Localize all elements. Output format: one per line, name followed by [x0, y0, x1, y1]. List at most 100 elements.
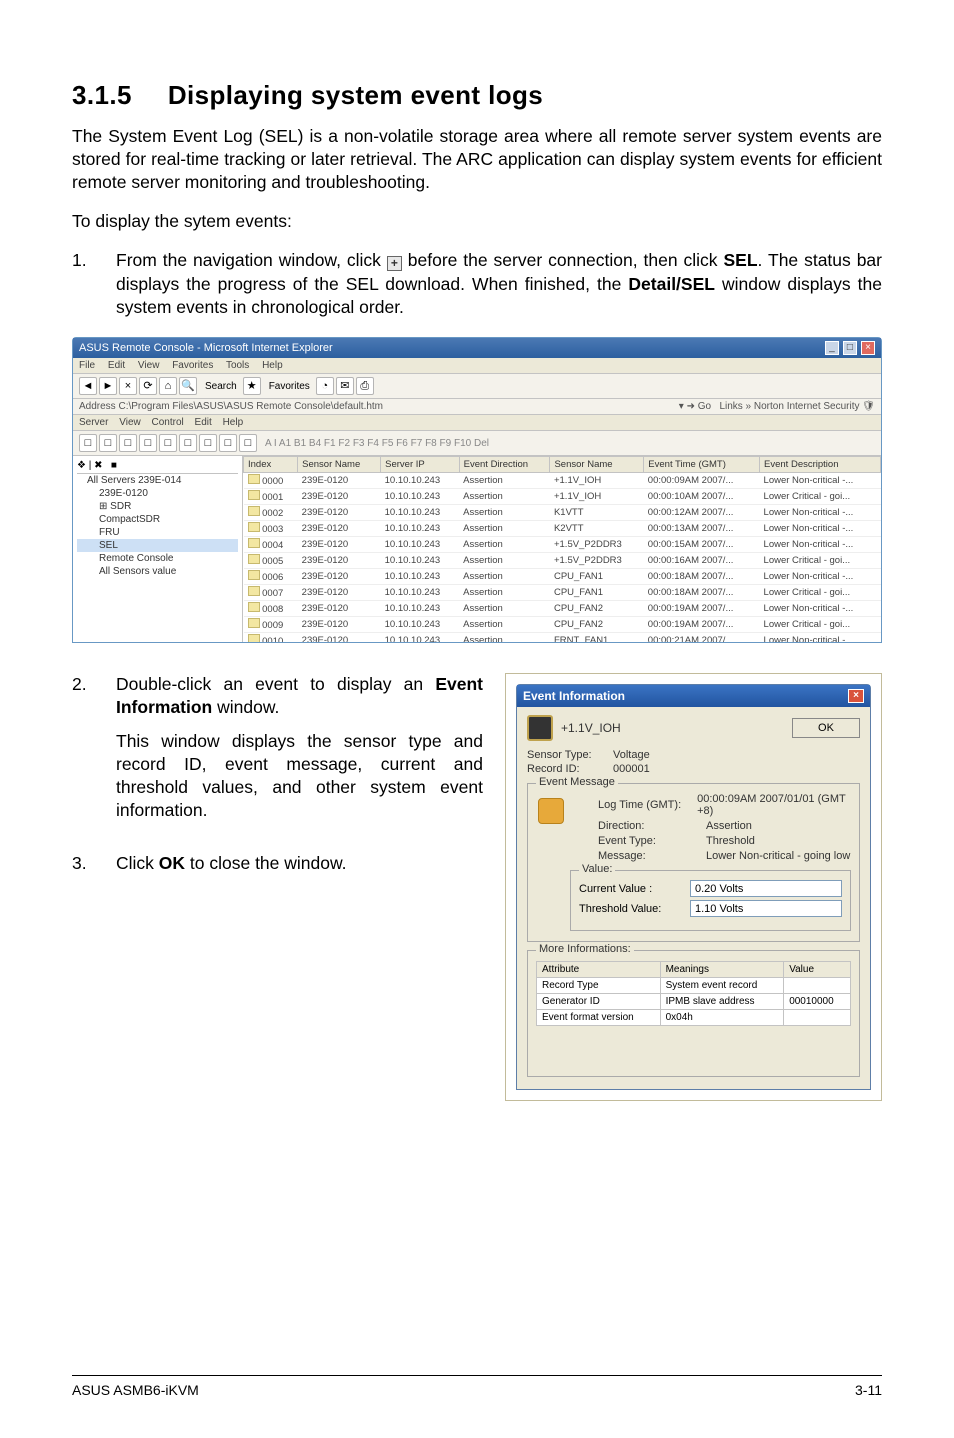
- window-title-bar: ASUS Remote Console - Microsoft Internet…: [73, 338, 881, 358]
- app-tool-icon[interactable]: □: [139, 434, 157, 452]
- app-tool-icon[interactable]: □: [239, 434, 257, 452]
- address-bar: Address C:\Program Files\ASUS\ASUS Remot…: [73, 399, 881, 415]
- app-menu-bar: Server View Control Edit Help: [73, 415, 881, 431]
- table-row[interactable]: 0010239E-012010.10.10.243AssertionFRNT_F…: [244, 633, 881, 643]
- table-row[interactable]: 0005239E-012010.10.10.243Assertion+1.5V_…: [244, 553, 881, 569]
- event-message-legend: Event Message: [536, 776, 618, 788]
- col-sensor-name[interactable]: Sensor Name: [298, 457, 381, 473]
- table-row[interactable]: 0000239E-012010.10.10.243Assertion+1.1V_…: [244, 473, 881, 489]
- tree-sdr[interactable]: ⊞ SDR: [77, 500, 238, 513]
- maximize-icon[interactable]: □: [843, 341, 857, 355]
- app-menu-server[interactable]: Server: [79, 417, 108, 428]
- app-menu-control[interactable]: Control: [152, 417, 184, 428]
- dialog-close-icon[interactable]: ×: [848, 689, 864, 703]
- section-title: Displaying system event logs: [168, 80, 543, 110]
- table-row: Record TypeSystem event record: [537, 978, 851, 994]
- col-event-desc[interactable]: Event Description: [760, 457, 881, 473]
- event-row-icon: [248, 554, 260, 564]
- app-tool-icon[interactable]: □: [219, 434, 237, 452]
- ok-button[interactable]: OK: [792, 718, 860, 738]
- page-footer: ASUS ASMB6-iKVM 3-11: [72, 1375, 882, 1398]
- search-label: Search: [205, 381, 237, 392]
- menu-edit[interactable]: Edit: [108, 360, 125, 371]
- app-menu-edit[interactable]: Edit: [195, 417, 212, 428]
- table-row[interactable]: 0004239E-012010.10.10.243Assertion+1.5V_…: [244, 537, 881, 553]
- browser-toolbar: ◄ ► × ⟳ ⌂ 🔍 Search ★ Favorites ◔ ✉ ⎙: [73, 374, 881, 399]
- col-server-ip[interactable]: Server IP: [381, 457, 460, 473]
- table-row[interactable]: 0007239E-012010.10.10.243AssertionCPU_FA…: [244, 585, 881, 601]
- attr-col-value: Value: [784, 962, 851, 978]
- history-icon[interactable]: ◔: [316, 377, 334, 395]
- refresh-icon[interactable]: ⟳: [139, 377, 157, 395]
- event-row-icon: [248, 490, 260, 500]
- menu-tools[interactable]: Tools: [226, 360, 249, 371]
- table-row[interactable]: 0006239E-012010.10.10.243AssertionCPU_FA…: [244, 569, 881, 585]
- dialog-title: Event Information: [523, 689, 625, 703]
- current-value-field[interactable]: [690, 880, 842, 897]
- expand-icon: +: [387, 256, 402, 271]
- col-sensor-name-2[interactable]: Sensor Name: [550, 457, 644, 473]
- minimize-icon[interactable]: _: [825, 341, 839, 355]
- table-row[interactable]: 0009239E-012010.10.10.243AssertionCPU_FA…: [244, 617, 881, 633]
- app-tool-icon[interactable]: □: [179, 434, 197, 452]
- table-row: Event format version0x04h: [537, 1010, 851, 1026]
- table-row[interactable]: 0001239E-012010.10.10.243Assertion+1.1V_…: [244, 489, 881, 505]
- event-row-icon: [248, 634, 260, 642]
- menu-file[interactable]: File: [79, 360, 95, 371]
- sel-window-screenshot: ASUS Remote Console - Microsoft Internet…: [72, 337, 882, 643]
- menu-view[interactable]: View: [138, 360, 160, 371]
- address-value[interactable]: C:\Program Files\ASUS\ASUS Remote Consol…: [118, 401, 383, 412]
- warning-icon: [538, 798, 564, 824]
- stop-icon[interactable]: ×: [119, 377, 137, 395]
- col-event-time[interactable]: Event Time (GMT): [644, 457, 760, 473]
- col-index[interactable]: Index: [244, 457, 298, 473]
- sel-event-table: Index Sensor Name Server IP Event Direct…: [243, 456, 881, 642]
- table-row[interactable]: 0008239E-012010.10.10.243AssertionCPU_FA…: [244, 601, 881, 617]
- app-tool-icon[interactable]: □: [119, 434, 137, 452]
- browser-menu-bar: File Edit View Favorites Tools Help: [73, 358, 881, 374]
- tree-remote-console[interactable]: Remote Console: [77, 552, 238, 565]
- forward-icon[interactable]: ►: [99, 377, 117, 395]
- navigation-tree: ❖ | ✖ ■ All Servers 239E-014 239E-0120 ⊞…: [73, 456, 243, 642]
- tree-compactsdr[interactable]: CompactSDR: [77, 513, 238, 526]
- app-tool-icon[interactable]: □: [99, 434, 117, 452]
- intro-paragraph: The System Event Log (SEL) is a non-vola…: [72, 125, 882, 194]
- favorites-icon[interactable]: ★: [243, 377, 261, 395]
- tree-sel[interactable]: SEL: [77, 539, 238, 552]
- threshold-value-field[interactable]: [690, 900, 842, 917]
- sensor-chip-icon: [527, 715, 553, 741]
- table-row[interactable]: 0003239E-012010.10.10.243AssertionK2VTT0…: [244, 521, 881, 537]
- event-row-icon: [248, 618, 260, 628]
- tree-fru[interactable]: FRU: [77, 526, 238, 539]
- app-menu-help[interactable]: Help: [223, 417, 244, 428]
- tree-server[interactable]: 239E-0120: [77, 487, 238, 500]
- window-title: ASUS Remote Console - Microsoft Internet…: [79, 342, 333, 354]
- back-icon[interactable]: ◄: [79, 377, 97, 395]
- footer-right: 3-11: [855, 1382, 882, 1398]
- window-controls: _ □ ×: [824, 341, 875, 355]
- event-row-icon: [248, 586, 260, 596]
- event-row-icon: [248, 522, 260, 532]
- value-legend: Value:: [579, 863, 615, 875]
- mail-icon[interactable]: ✉: [336, 377, 354, 395]
- step-2: 2. Double-click an event to display an E…: [72, 673, 483, 838]
- table-row: Generator IDIPMB slave address00010000: [537, 994, 851, 1010]
- app-menu-view[interactable]: View: [119, 417, 141, 428]
- app-tool-icon[interactable]: □: [199, 434, 217, 452]
- close-icon[interactable]: ×: [861, 341, 875, 355]
- col-direction[interactable]: Event Direction: [459, 457, 550, 473]
- search-icon[interactable]: 🔍: [179, 377, 197, 395]
- print-icon[interactable]: ⎙: [356, 377, 374, 395]
- menu-help[interactable]: Help: [262, 360, 283, 371]
- app-tool-icon[interactable]: □: [159, 434, 177, 452]
- tree-all-servers[interactable]: All Servers 239E-014: [77, 474, 238, 487]
- menu-favorites[interactable]: Favorites: [172, 360, 213, 371]
- tree-all-sensors[interactable]: All Sensors value: [77, 565, 238, 578]
- event-row-icon: [248, 506, 260, 516]
- event-information-dialog: Event Information × +1.1V_IOH OK Sensor …: [516, 684, 871, 1090]
- event-row-icon: [248, 602, 260, 612]
- app-toolbar: □ □ □ □ □ □ □ □ □ A I A1 B1 B4 F1 F2 F3 …: [73, 431, 881, 456]
- home-icon[interactable]: ⌂: [159, 377, 177, 395]
- table-row[interactable]: 0002239E-012010.10.10.243AssertionK1VTT0…: [244, 505, 881, 521]
- app-tool-icon[interactable]: □: [79, 434, 97, 452]
